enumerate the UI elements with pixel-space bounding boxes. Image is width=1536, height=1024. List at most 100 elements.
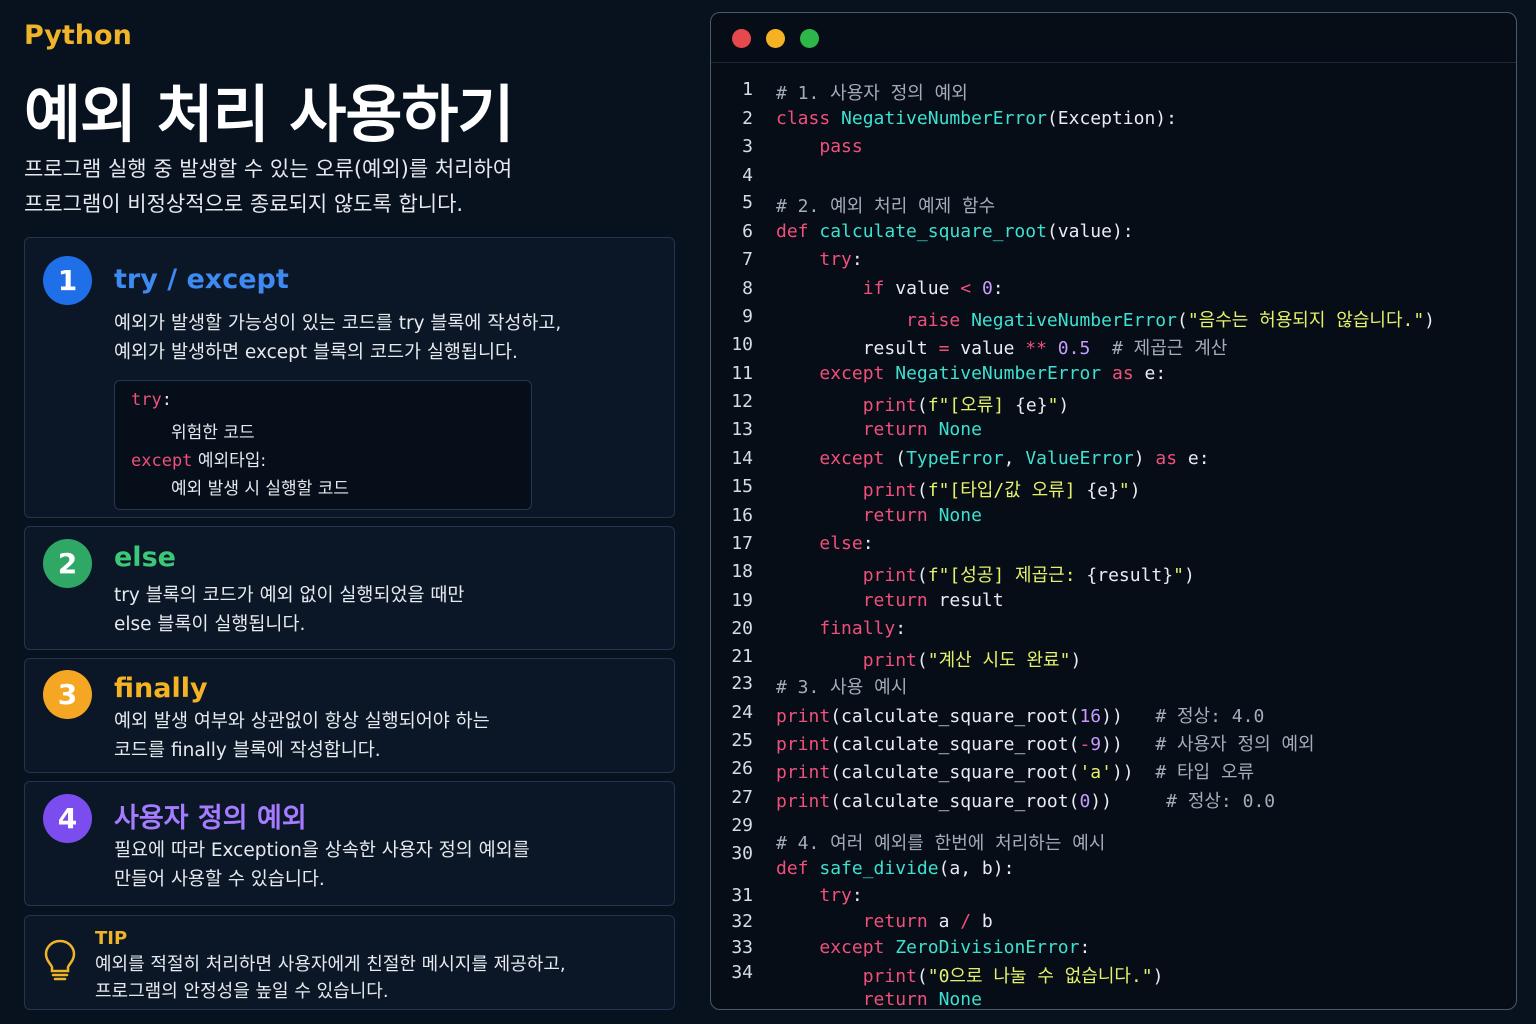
tip-box: TIP 예외를 적절히 처리하면 사용자에게 친절한 메시지를 제공하고, 프로… [24,915,675,1010]
code-token: # 3. 사용 예시 [776,677,908,698]
code-token: : [851,249,863,270]
code-token: 0.5 [1057,338,1091,359]
line-number: 23 [731,673,753,694]
code-token: "계산 시도 완료" [927,650,1071,671]
code-token: print [776,762,831,783]
code-token: calculate_square_root [819,221,1047,242]
code-line: print("계산 시도 완료") [776,646,1082,672]
page-title: 예외 처리 사용하기 [24,78,514,151]
tip-line: 프로그램의 안정성을 높일 수 있습니다. [95,981,389,1002]
code-token: class [776,108,842,129]
line-number: 4 [742,165,753,186]
code-token: : [1079,937,1091,958]
code-token: ) [1129,480,1141,501]
card-description: 예외 발생 여부와 상관없이 항상 실행되어야 하는 코드를 finally 블… [114,707,490,765]
code-token: NegativeNumberError [841,108,1047,129]
line-number: 7 [742,249,753,270]
code-token: f"[성공] 제곱근: [927,565,1087,586]
code-token: return [862,505,928,526]
code-token: " [1118,480,1130,501]
code-token: 'a' [1079,762,1112,783]
code-token: print [862,480,917,501]
code-token: " [1047,395,1059,416]
code-token: None [938,989,982,1010]
code-token: ( [916,480,928,501]
code-token: value [884,278,961,299]
code-token: result [776,338,939,359]
code-token: {e} [1015,395,1048,416]
code-token: # 제곱근 계산 [1112,338,1228,359]
line-number: 8 [742,278,753,299]
code-token: return [862,911,928,932]
code-token: # 타입 오류 [1155,762,1255,783]
minimize-window-button[interactable] [766,29,785,48]
card-description: 예외가 발생할 가능성이 있는 코드를 try 블록에 작성하고, 예외가 발생… [114,309,561,367]
code-line: finally: [776,618,906,639]
code-line: return None [776,419,982,440]
line-number: 21 [731,646,753,667]
line-number: 10 [731,334,753,355]
line-number: 24 [731,702,753,723]
code-token: print [776,734,831,755]
window-titlebar [711,13,1516,63]
code-token: b [971,911,993,932]
code-editor-window: 1 2 3 4 5 6 7 8 9 10 11 12 13 14 15 16 17 18 19 20 21 23 24 25 2… [710,12,1517,1010]
colon: : [161,390,172,410]
maximize-window-button[interactable] [800,29,819,48]
line-number: 11 [731,363,753,384]
code-token: finally [819,618,896,639]
card-title: 사용자 정의 예외 [114,803,307,834]
try-keyword: try [131,390,162,410]
code-token: (a, b): [938,858,1015,879]
code-token: ** [1025,338,1047,359]
lesson-panel: Python 예외 처리 사용하기 프로그램 실행 중 발생할 수 있는 오류(… [24,0,676,1024]
line-number: 16 [731,505,753,526]
code-line: pass [776,136,862,157]
code-token: (value): [1046,221,1134,242]
code-line: print(calculate_square_root(-9)) # 사용자 정… [776,730,1315,756]
snippet-body: 위험한 코드 [171,423,255,443]
code-line: # 2. 예외 처리 예제 함수 [776,192,995,218]
step-badge: 1 [43,256,92,305]
language-label: Python [24,20,132,51]
code-token: e: [1177,448,1210,469]
code-token: e: [1133,363,1167,384]
code-token: return [862,419,928,440]
code-token: : [851,885,863,906]
code-token: except [819,937,885,958]
line-number: 19 [731,590,753,611]
code-token: (calculate_square_root( [830,734,1080,755]
line-number: 1 [742,79,753,100]
line-number: 15 [731,476,753,497]
code-line: result = value ** 0.5 # 제곱근 계산 [776,334,1228,360]
close-window-button[interactable] [732,29,751,48]
description-line: else 블록이 실행됩니다. [114,614,306,635]
code-token: print [776,706,831,727]
line-number: 17 [731,533,753,554]
code-token: (Exception): [1046,108,1177,129]
line-number: 20 [731,618,753,639]
code-line: try: [776,249,863,270]
code-token: : [992,278,1004,299]
code-token: def [776,858,820,879]
snippet-body: 예외 발생 시 실행할 코드 [171,479,350,499]
code-line: return a / b [776,911,993,932]
tip-text: 예외를 적절히 처리하면 사용자에게 친절한 메시지를 제공하고, 프로그램의 … [95,951,566,1005]
code-token: try [819,885,852,906]
code-token: value [949,338,1026,359]
code-token: # 정상: 4.0 [1155,706,1265,727]
